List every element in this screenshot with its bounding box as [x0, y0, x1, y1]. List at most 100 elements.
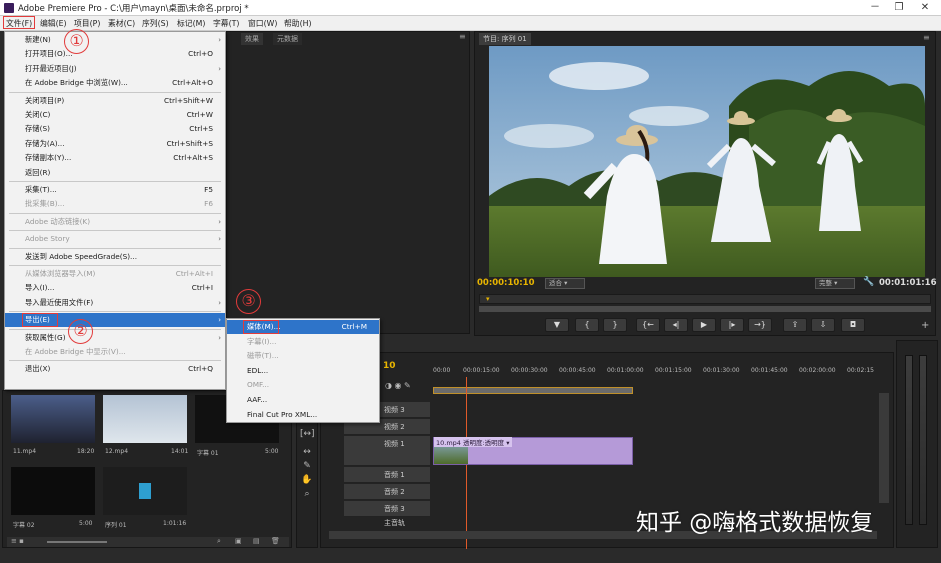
file-menu-item[interactable]: 存储为(A)... Ctrl+Shift+S: [5, 137, 225, 151]
go-to-in-button[interactable]: {←: [636, 318, 660, 332]
track-audio-2[interactable]: 音频 2: [344, 484, 430, 500]
ruler-label: 00:01:00:00: [607, 367, 644, 374]
ruler-label: 00:01:30:00: [703, 367, 740, 374]
zoom-scroll-bar[interactable]: [479, 306, 931, 312]
rate-stretch-icon[interactable]: [↔]: [300, 427, 315, 441]
export-menu-item[interactable]: EDL...: [227, 364, 379, 378]
add-button-icon[interactable]: +: [921, 320, 929, 331]
mark-out-button[interactable]: }: [603, 318, 627, 332]
close-button[interactable]: ✕: [912, 0, 938, 16]
file-menu-item[interactable]: 导入(I)... Ctrl+I: [5, 281, 225, 295]
wrench-icon[interactable]: 🔧: [863, 277, 874, 287]
tab-metadata[interactable]: 元数据: [273, 33, 302, 45]
file-menu-item[interactable]: 关闭项目(P) Ctrl+Shift+W: [5, 94, 225, 108]
track-video-1[interactable]: 视频 1: [344, 436, 430, 466]
maximize-button[interactable]: ❐: [886, 0, 912, 16]
file-menu-item[interactable]: 新建(N) ›: [5, 33, 225, 47]
menu-help[interactable]: 帮助(H): [282, 17, 314, 30]
timeline-vscroll[interactable]: [879, 393, 889, 503]
export-menu-item[interactable]: 磁带(T)...: [227, 349, 379, 363]
file-menu-item[interactable]: 存储(S) Ctrl+S: [5, 122, 225, 136]
file-menu-item[interactable]: 发送到 Adobe SpeedGrade(S)...: [5, 250, 225, 264]
work-area-bar[interactable]: [433, 387, 633, 394]
step-forward-button[interactable]: |▸: [720, 318, 744, 332]
pen-tool-icon[interactable]: ✎: [300, 459, 314, 473]
menu-separator: [9, 212, 221, 214]
file-menu-item[interactable]: 批采集(B)... F6: [5, 197, 225, 211]
video-clip[interactable]: 10.mp4 透明度:透明度 ▾: [433, 437, 633, 465]
menu-title[interactable]: 字幕(T): [211, 17, 241, 30]
menu-file[interactable]: 文件(F): [3, 16, 36, 29]
file-menu-item[interactable]: 采集(T)... F5: [5, 183, 225, 197]
panel-menu-icon[interactable]: ≡: [923, 33, 930, 42]
playhead-marker[interactable]: ▾: [486, 295, 494, 303]
file-menu-item[interactable]: Adobe Story ›: [5, 232, 225, 246]
timeline-ruler[interactable]: 00:00 00:00:15:00 00:00:30:00 00:00:45:0…: [433, 367, 883, 379]
menu-item-label: 关闭(C): [25, 110, 51, 119]
zoom-tool-icon[interactable]: ⌕: [300, 487, 314, 501]
file-menu-item[interactable]: 返回(R): [5, 166, 225, 180]
thumb-11[interactable]: [11, 395, 95, 443]
timeline-timecode[interactable]: 10: [383, 361, 396, 371]
premiere-app-icon: [4, 3, 14, 13]
extract-button[interactable]: ⇩: [811, 318, 835, 332]
file-menu-item[interactable]: 打开最近项目(J) ›: [5, 62, 225, 76]
file-menu-item[interactable]: 导出(E) ›: [5, 313, 225, 328]
export-menu-item[interactable]: 字幕(I)...: [227, 335, 379, 349]
file-menu-item[interactable]: 导入最近使用文件(F) ›: [5, 296, 225, 310]
play-button[interactable]: ▶: [692, 318, 716, 332]
track-label: 视频 1: [384, 440, 405, 448]
program-current-timecode[interactable]: 00:00:10:10: [477, 278, 535, 288]
thumb-12[interactable]: [103, 395, 187, 443]
file-menu-item[interactable]: 在 Adobe Bridge 中浏览(W)... Ctrl+Alt+O: [5, 76, 225, 90]
panel-menu-icon[interactable]: ≡: [459, 32, 466, 41]
thumb-subtitle-02[interactable]: [11, 467, 95, 515]
slip-tool-icon[interactable]: ↔: [300, 445, 314, 459]
fit-dropdown[interactable]: 适合 ▾: [545, 278, 585, 289]
lift-button[interactable]: ⇪: [783, 318, 807, 332]
tab-effects[interactable]: 效果: [241, 33, 263, 45]
snap-icon[interactable]: ◑ ◉ ✎: [385, 381, 411, 390]
hand-tool-icon[interactable]: ✋: [300, 473, 314, 487]
program-scrub-bar[interactable]: ▾: [479, 294, 931, 304]
file-menu-item[interactable]: 打开项目(O)... Ctrl+O: [5, 47, 225, 61]
file-menu-item[interactable]: 存储副本(Y)... Ctrl+Alt+S: [5, 151, 225, 165]
mark-in-button[interactable]: {: [575, 318, 599, 332]
menu-clip[interactable]: 素材(C): [106, 17, 137, 30]
list-view-icon[interactable]: ≡ ▪: [11, 537, 24, 545]
export-menu-item[interactable]: AAF...: [227, 393, 379, 407]
new-bin-icon[interactable]: ▣: [235, 537, 242, 545]
file-menu-item[interactable]: Adobe 动态链接(K) ›: [5, 215, 225, 229]
zoom-slider[interactable]: [47, 541, 107, 543]
tab-program[interactable]: 节目: 序列 01: [479, 33, 531, 45]
bin-item-duration: 5:00: [265, 448, 279, 455]
go-to-out-button[interactable]: →}: [748, 318, 772, 332]
menu-window[interactable]: 窗口(W): [246, 17, 279, 30]
program-total-duration: 00:01:01:16: [879, 278, 937, 288]
file-menu-item[interactable]: 从媒体浏览器导入(M) Ctrl+Alt+I: [5, 267, 225, 281]
menu-marker[interactable]: 标记(M): [175, 17, 207, 30]
delete-icon[interactable]: 🗑: [271, 537, 280, 545]
export-menu-item[interactable]: 媒体(M)... Ctrl+M: [227, 320, 379, 334]
search-icon[interactable]: ⌕: [217, 537, 221, 546]
menu-separator: [9, 230, 221, 232]
thumb-sequence-01[interactable]: [103, 467, 187, 515]
track-audio-3[interactable]: 音频 3: [344, 501, 430, 517]
menu-edit[interactable]: 编辑(E): [38, 17, 69, 30]
step-back-button[interactable]: ◂|: [664, 318, 688, 332]
file-menu-item[interactable]: 在 Adobe Bridge 中显示(V)...: [5, 345, 225, 359]
menu-separator: [9, 328, 221, 330]
file-menu-item[interactable]: 退出(X) Ctrl+Q: [5, 362, 225, 376]
minimize-button[interactable]: －: [862, 0, 888, 16]
add-marker-button[interactable]: ▼: [545, 318, 569, 332]
menu-item-label: Final Cut Pro XML...: [247, 409, 318, 419]
export-frame-button[interactable]: ◘: [841, 318, 865, 332]
new-item-icon[interactable]: ▤: [253, 537, 260, 545]
export-menu-item[interactable]: OMF...: [227, 378, 379, 392]
export-menu-item[interactable]: Final Cut Pro XML...: [227, 408, 379, 422]
track-audio-1[interactable]: 音频 1: [344, 467, 430, 483]
file-menu-item[interactable]: 获取属性(G) ›: [5, 331, 225, 345]
quality-dropdown[interactable]: 完整 ▾: [815, 278, 855, 289]
menu-sequence[interactable]: 序列(S): [140, 17, 171, 30]
file-menu-item[interactable]: 关闭(C) Ctrl+W: [5, 108, 225, 122]
